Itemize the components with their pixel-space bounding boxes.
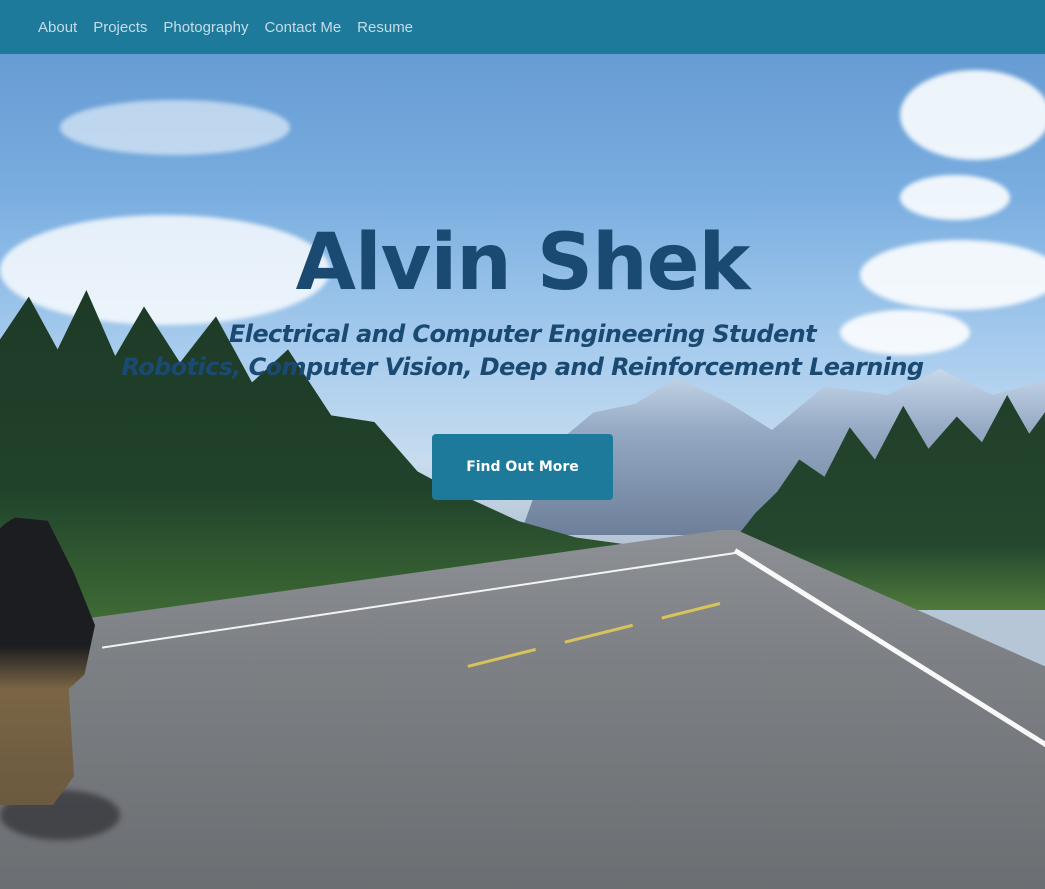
hero-title: Alvin Shek — [295, 218, 751, 308]
hero-subtitle-line1: Electrical and Computer Engineering Stud… — [228, 320, 817, 348]
hero-section: Alvin Shek Electrical and Computer Engin… — [0, 0, 1045, 889]
hero-subtitle-line2: Robotics, Computer Vision, Deep and Rein… — [121, 353, 925, 381]
find-out-more-button[interactable]: Find Out More — [432, 434, 613, 500]
